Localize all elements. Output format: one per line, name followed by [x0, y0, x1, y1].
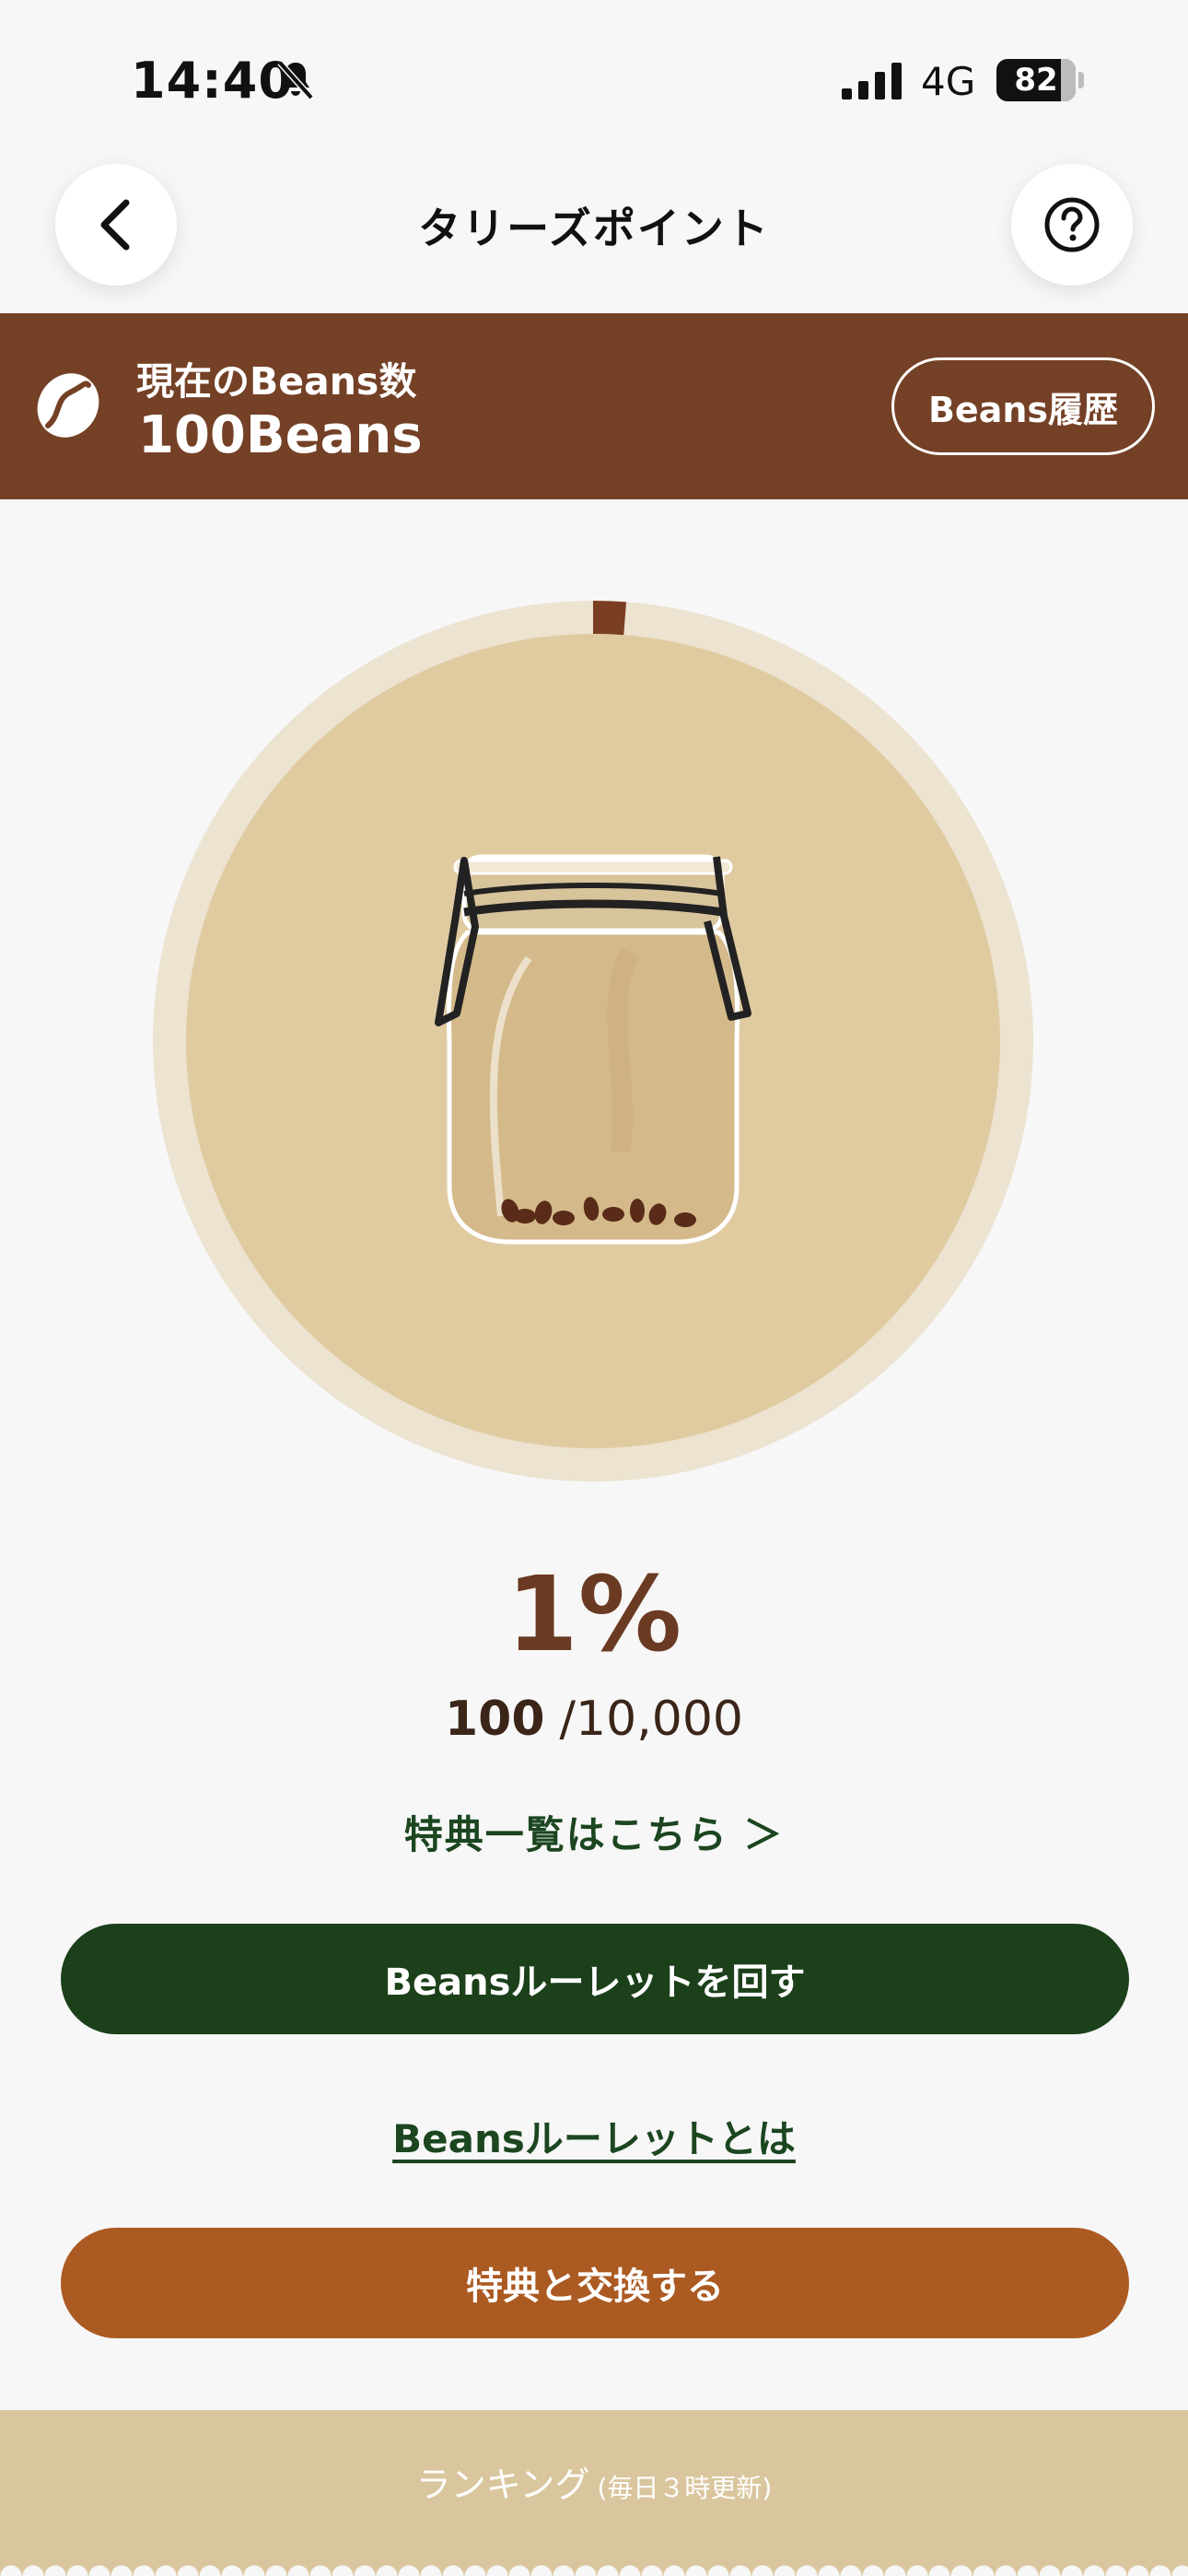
progress-total: /10,000 — [559, 1692, 743, 1747]
ranking-label: ランキング — [415, 2465, 590, 2505]
signal-icon — [842, 63, 902, 100]
beans-value: 100Beans — [138, 405, 423, 465]
ranking-header: ランキング (毎日３時更新) — [0, 2456, 1188, 2507]
spin-roulette-button[interactable]: Beansルーレットを回す — [61, 1924, 1129, 2034]
beans-history-button[interactable]: Beans履歴 — [891, 357, 1155, 455]
jar-icon — [435, 854, 751, 1245]
beans-progress-ring — [153, 601, 1033, 1481]
exchange-benefits-button[interactable]: 特典と交換する — [61, 2228, 1129, 2338]
roulette-about-link[interactable]: Beansルーレットとは — [0, 2108, 1188, 2164]
coffee-bean-icon — [37, 373, 99, 438]
status-time: 14:40 — [131, 52, 294, 110]
tullys-point-screen: 14:40 4G 82 タリーズポイント 現在のBeans数 100Beans … — [0, 0, 1188, 2576]
progress-count: 100/10,000 — [0, 1692, 1188, 1747]
question-circle-icon — [1044, 197, 1100, 252]
bell-muted-icon — [277, 60, 314, 100]
beans-label: 現在のBeans数 — [136, 359, 417, 404]
ranking-update-note: (毎日３時更新) — [597, 2473, 773, 2503]
help-button[interactable] — [1011, 164, 1133, 286]
battery-cap — [1078, 72, 1084, 88]
scalloped-edge — [0, 2554, 1188, 2576]
progress-current: 100 — [444, 1692, 545, 1747]
ranking-section[interactable]: ランキング (毎日３時更新) — [0, 2410, 1188, 2576]
benefits-list-link[interactable]: 特典一覧はこちら ＞ — [0, 1804, 1188, 1860]
battery-indicator: 82 — [996, 59, 1085, 101]
battery-empty-portion — [1061, 59, 1076, 101]
page-title: タリーズポイント — [418, 204, 770, 253]
beans-summary-bar: 現在のBeans数 100Beans Beans履歴 — [0, 313, 1188, 499]
status-bar: 14:40 4G 82 — [0, 0, 1188, 157]
progress-percent: 1% — [506, 1555, 682, 1675]
network-type: 4G — [921, 59, 976, 104]
progress-fill — [593, 601, 627, 636]
